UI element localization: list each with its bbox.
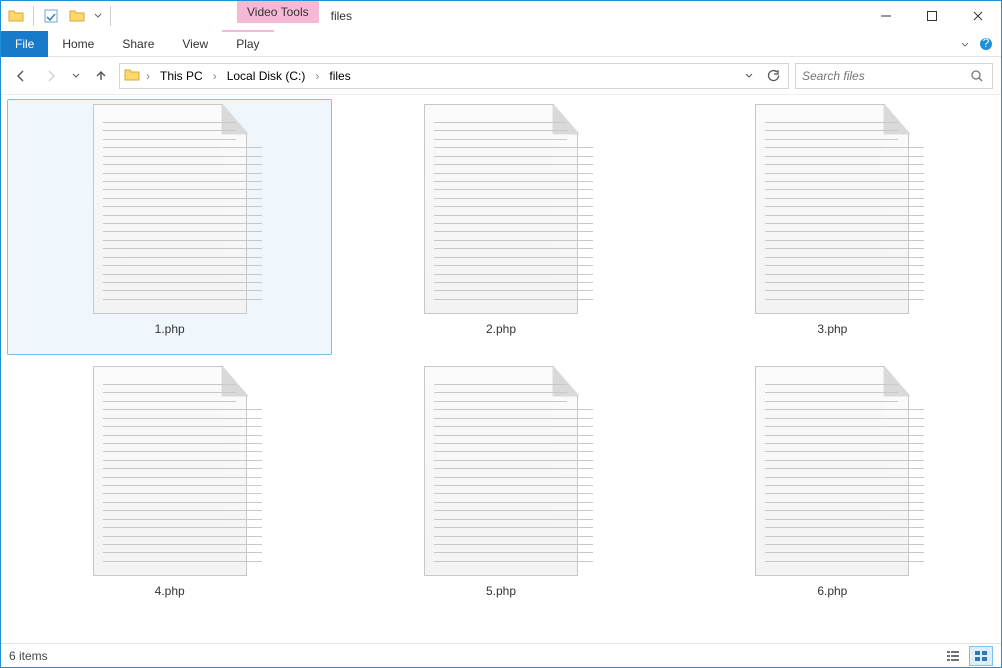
close-button[interactable]	[955, 1, 1001, 31]
file-item[interactable]: 3.php	[670, 99, 995, 355]
address-bar[interactable]: › This PC › Local Disk (C:) › files	[119, 63, 789, 89]
file-thumbnail	[424, 366, 578, 576]
ribbon-tab-share[interactable]: Share	[108, 31, 168, 57]
ribbon-tab-play[interactable]: Play	[222, 30, 273, 56]
breadcrumb-item[interactable]: This PC	[154, 67, 209, 85]
ribbon-tab-home[interactable]: Home	[48, 31, 108, 57]
file-name: 3.php	[817, 322, 847, 336]
file-thumbnail	[755, 104, 909, 314]
chevron-down-icon[interactable]	[738, 65, 760, 87]
ribbon-expand-icon[interactable]	[959, 38, 971, 50]
file-name: 1.php	[155, 322, 185, 336]
contextual-tab-video-tools: Video Tools	[237, 1, 319, 23]
chevron-down-icon[interactable]	[92, 5, 104, 27]
file-grid[interactable]: 1.php 2.php 3.php 4.php 5.php 6.php	[1, 95, 1001, 643]
help-icon[interactable]: ?	[979, 37, 993, 51]
title-bar: Video Tools files	[1, 1, 1001, 31]
details-view-button[interactable]	[941, 646, 965, 666]
chevron-right-icon[interactable]: ›	[144, 69, 152, 83]
maximize-button[interactable]	[909, 1, 955, 31]
chevron-right-icon[interactable]: ›	[211, 69, 219, 83]
window-title: files	[319, 1, 364, 31]
file-thumbnail	[93, 104, 247, 314]
breadcrumb-item[interactable]: files	[323, 67, 356, 85]
file-thumbnail	[93, 366, 247, 576]
separator	[33, 6, 34, 26]
file-name: 4.php	[155, 584, 185, 598]
file-item[interactable]: 2.php	[338, 99, 663, 355]
recent-locations-button[interactable]	[69, 64, 83, 88]
search-box[interactable]	[795, 63, 993, 89]
status-bar: 6 items	[1, 643, 1001, 667]
folder-icon	[66, 5, 88, 27]
file-thumbnail	[424, 104, 578, 314]
file-item[interactable]: 4.php	[7, 361, 332, 617]
file-name: 6.php	[817, 584, 847, 598]
separator	[110, 6, 111, 26]
chevron-right-icon[interactable]: ›	[313, 69, 321, 83]
file-name: 2.php	[486, 322, 516, 336]
ribbon-tab-view[interactable]: View	[168, 31, 222, 57]
back-button[interactable]	[9, 64, 33, 88]
window-controls	[863, 1, 1001, 31]
file-thumbnail	[755, 366, 909, 576]
file-name: 5.php	[486, 584, 516, 598]
refresh-icon[interactable]	[762, 65, 784, 87]
folder-icon	[124, 67, 142, 85]
quick-access-toolbar	[1, 1, 117, 31]
nav-row: › This PC › Local Disk (C:) › files	[1, 57, 1001, 95]
search-icon[interactable]	[968, 67, 986, 85]
ribbon: File Home Share View Play ?	[1, 31, 1001, 57]
file-item[interactable]: 1.php	[7, 99, 332, 355]
properties-icon[interactable]	[40, 5, 62, 27]
up-button[interactable]	[89, 64, 113, 88]
svg-text:?: ?	[983, 37, 990, 50]
file-item[interactable]: 5.php	[338, 361, 663, 617]
minimize-button[interactable]	[863, 1, 909, 31]
ribbon-tab-file[interactable]: File	[1, 31, 48, 57]
folder-icon	[5, 5, 27, 27]
forward-button[interactable]	[39, 64, 63, 88]
breadcrumb-item[interactable]: Local Disk (C:)	[221, 67, 312, 85]
large-icons-view-button[interactable]	[969, 646, 993, 666]
file-item[interactable]: 6.php	[670, 361, 995, 617]
status-text: 6 items	[9, 649, 48, 663]
search-input[interactable]	[802, 69, 968, 83]
